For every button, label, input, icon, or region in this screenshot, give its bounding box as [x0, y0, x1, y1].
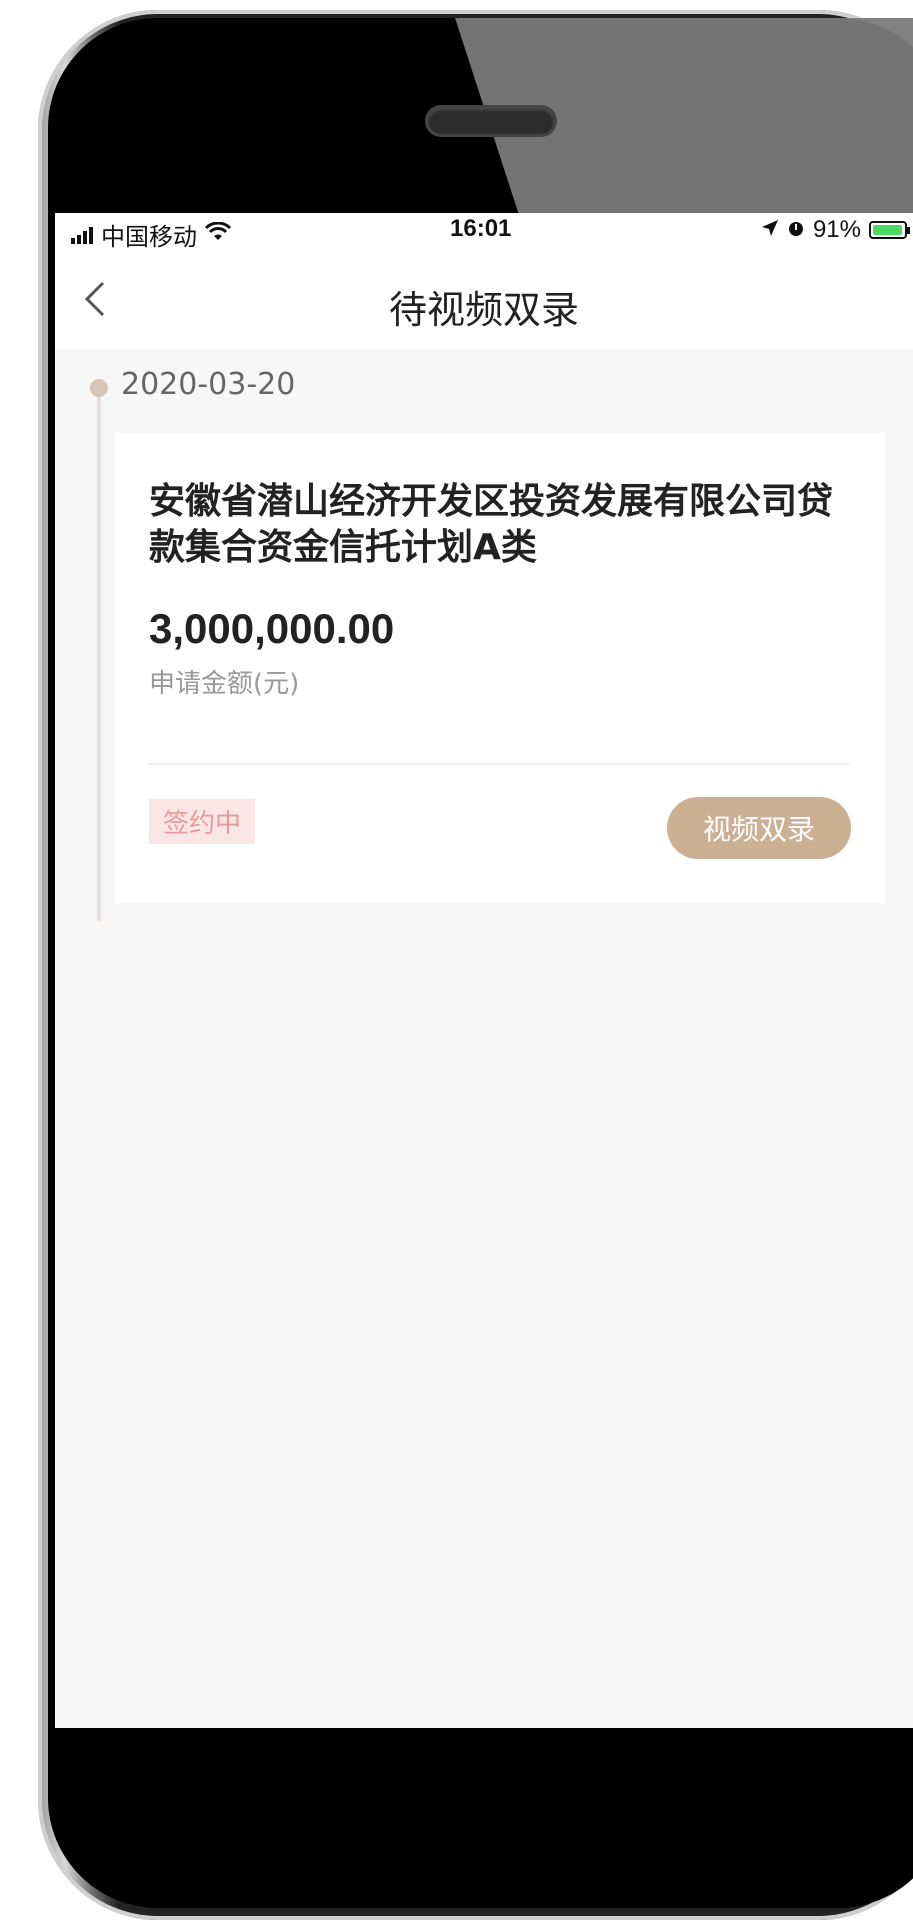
amount-label: 申请金额(元) [149, 669, 300, 699]
application-card[interactable]: 安徽省潜山经济开发区投资发展有限公司贷款集合资金信托计划A类 3,000,000… [115, 433, 885, 903]
status-left: 中国移动 [71, 217, 232, 252]
status-right: 91% [761, 216, 910, 244]
app-screen: 中国移动 16:01 91% 待视频双录 2020-03-20 安徽省潜山经济开… [55, 213, 913, 1728]
battery-icon [869, 221, 910, 239]
signal-icon [71, 226, 93, 244]
status-bar: 中国移动 16:01 91% [55, 213, 913, 252]
status-time: 16:01 [450, 215, 512, 242]
alarm-icon [787, 216, 805, 244]
location-icon [761, 216, 779, 244]
page-title: 待视频双录 [388, 288, 579, 332]
timeline-line [97, 391, 101, 921]
timeline-dot [90, 379, 108, 397]
video-recording-button[interactable]: 视频双录 [667, 797, 851, 859]
screenshot-stage: 中国移动 16:01 91% 待视频双录 2020-03-20 安徽省潜山经济开… [0, 0, 913, 1923]
card-divider [149, 763, 849, 765]
carrier-name: 中国移动 [101, 224, 197, 251]
battery-percent: 91% [812, 216, 861, 243]
application-amount: 3,000,000.00 [149, 605, 395, 652]
earpiece-speaker [428, 108, 554, 134]
navigation-bar: 待视频双录 [55, 249, 913, 349]
wifi-icon [204, 221, 232, 249]
product-title: 安徽省潜山经济开发区投资发展有限公司贷款集合资金信托计划A类 [149, 481, 834, 568]
timeline-date: 2020-03-20 [121, 367, 296, 402]
status-badge: 签约中 [149, 799, 256, 844]
